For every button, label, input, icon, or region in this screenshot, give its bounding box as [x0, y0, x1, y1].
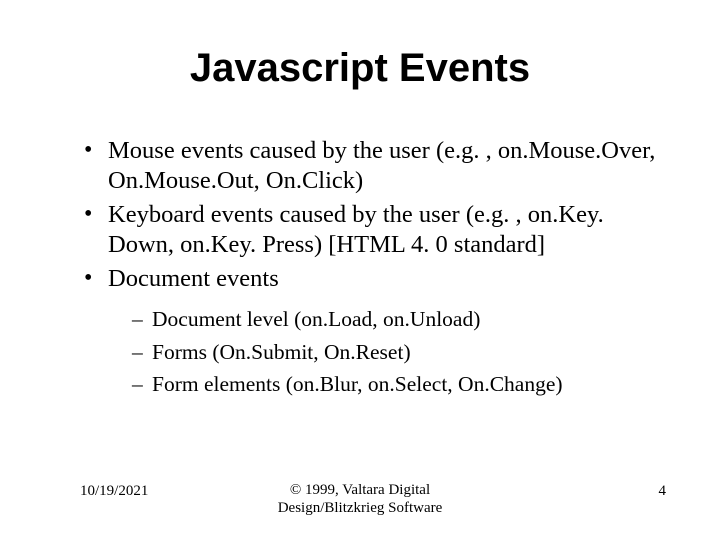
bullet-text: Keyboard events caused by the user (e.g.…: [108, 201, 604, 258]
bullet-text: Mouse events caused by the user (e.g. , …: [108, 137, 655, 194]
footer-center-line1: © 1999, Valtara Digital: [290, 482, 430, 498]
sub-bullet-text: Document level (on.Load, on.Unload): [152, 307, 480, 331]
footer-center-line2: Design/Blitzkrieg Software: [278, 500, 443, 516]
slide-footer: 10/19/2021 © 1999, Valtara Digital Desig…: [0, 476, 720, 520]
bullet-text: Document events: [108, 265, 279, 292]
footer-center: © 1999, Valtara Digital Design/Blitzkrie…: [0, 481, 720, 519]
slide: Javascript Events Mouse events caused by…: [0, 0, 720, 540]
footer-page-number: 4: [659, 483, 667, 500]
bullet-list: Mouse events caused by the user (e.g. , …: [80, 136, 660, 400]
slide-body: Mouse events caused by the user (e.g. , …: [80, 136, 660, 404]
sub-bullet-text: Form elements (on.Blur, on.Select, On.Ch…: [152, 372, 563, 396]
bullet-item: Document events Document level (on.Load,…: [80, 264, 660, 401]
sub-bullet-text: Forms (On.Submit, On.Reset): [152, 340, 411, 364]
sub-bullet-list: Document level (on.Load, on.Unload) Form…: [108, 303, 660, 400]
sub-bullet-item: Forms (On.Submit, On.Reset): [132, 336, 660, 368]
slide-title: Javascript Events: [0, 46, 720, 91]
bullet-item: Keyboard events caused by the user (e.g.…: [80, 200, 660, 260]
sub-bullet-item: Document level (on.Load, on.Unload): [132, 303, 660, 335]
sub-bullet-item: Form elements (on.Blur, on.Select, On.Ch…: [132, 368, 660, 400]
bullet-item: Mouse events caused by the user (e.g. , …: [80, 136, 660, 196]
